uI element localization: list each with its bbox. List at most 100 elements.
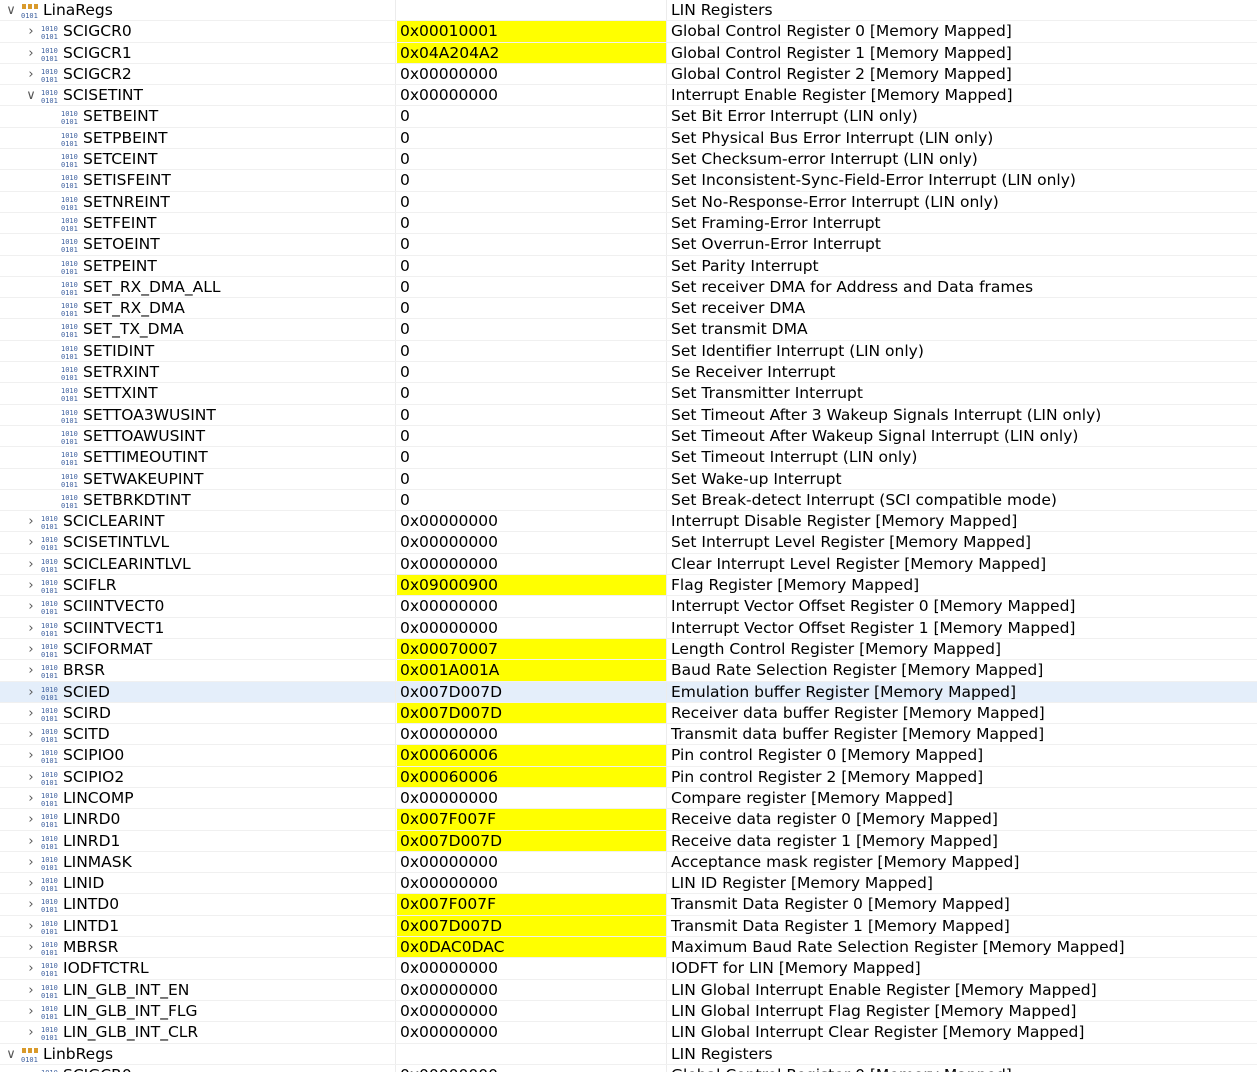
register-value[interactable]: 0 [400,362,410,383]
tree-register-row[interactable]: › 1010 0101 LINRD0 0x007F007F Receive data re… [0,809,1257,831]
register-value[interactable]: 0x0DAC0DAC [400,937,504,958]
value-cell[interactable]: 0 [397,106,667,127]
register-value[interactable]: 0x007F007F [400,894,496,915]
value-cell[interactable]: 0 [397,255,667,277]
tree-field-row[interactable]: 1010 0101 SETTOAWUSINT 0 Set Timeout After W… [0,425,1257,448]
tree-register-row[interactable]: › 1010 0101 LINRD1 0x007D007D Receive data re… [0,830,1257,852]
value-cell[interactable]: 0 [397,149,667,170]
tree-register-row[interactable]: ›10100101SCIGCR0 0x00000000 Global Control… [0,1064,1257,1072]
value-cell[interactable]: 0 [397,170,667,191]
register-value[interactable]: 0 [400,277,410,298]
value-cell[interactable]: 0 [397,362,667,383]
tree-field-row[interactable]: 1010 0101 SETPBEINT 0 Set Physical Bus Error… [0,127,1257,150]
register-value[interactable]: 0x00000000 [400,596,498,617]
tree-field-row[interactable]: 1010 0101 SETFEINT 0 Set Framing-Error Inter… [0,212,1257,235]
tree-register-row[interactable]: › 1010 0101 LINMASK 0x00000000 Acceptance mas… [0,851,1257,874]
tree-register-row[interactable]: › 1010 0101 LINID 0x00000000 LIN ID Register … [0,873,1257,895]
tree-register-row[interactable]: › 1010 0101 SCIINTVECT0 0x00000000 Interrupt … [0,596,1257,618]
value-cell[interactable]: 0 [397,425,667,447]
chevron-right-icon[interactable]: › [24,852,38,872]
value-cell[interactable]: 0x00000000 [397,85,667,106]
tree-field-row[interactable]: 1010 0101 SETBRKDTINT 0 Set Break-detect Int… [0,489,1257,512]
register-value[interactable]: 0x001A001A [400,660,499,681]
tree-register-row[interactable]: › 1010 0101 SCIGCR1 0x04A204A2 Global Control… [0,42,1257,64]
register-value[interactable]: 0x00000000 [400,852,498,873]
value-cell[interactable]: 0x09000900 [397,575,667,596]
chevron-right-icon[interactable]: › [24,596,38,616]
value-cell[interactable]: 0 [397,404,667,425]
chevron-right-icon[interactable]: › [24,532,38,552]
tree-field-row[interactable]: 1010 0101 SETIDINT 0 Set Identifier Interrup… [0,340,1257,363]
register-value[interactable]: 0x00060006 [400,767,498,788]
register-value[interactable]: 0 [400,128,410,149]
value-cell[interactable]: 0x00000000 [397,63,667,85]
register-value[interactable]: 0x007D007D [400,703,502,724]
tree-register-row[interactable]: › 1010 0101 MBRSR 0x0DAC0DAC Maximum Baud Rat… [0,937,1257,959]
value-cell[interactable]: 0x00000000 [397,617,667,639]
register-value[interactable]: 0x00000000 [400,554,498,575]
chevron-right-icon[interactable]: › [24,43,38,63]
chevron-right-icon[interactable]: › [24,1001,38,1021]
chevron-right-icon[interactable]: › [24,682,38,702]
tree-field-row[interactable]: 1010 0101 SET_TX_DMA 0 Set transmit DMA [0,319,1257,341]
chevron-down-icon[interactable]: ∨ [4,0,18,20]
value-cell[interactable]: 0x00000000 [397,851,667,873]
register-value[interactable]: 0x00060006 [400,745,498,766]
value-cell[interactable]: 0x00000000 [397,532,667,553]
tree-register-row[interactable]: › 1010 0101 SCIED 0x007D007D Emulation buffer… [0,681,1257,703]
value-cell[interactable]: 0 [397,340,667,362]
register-value[interactable]: 0x00070007 [400,639,498,660]
value-cell[interactable]: 0x00000000 [397,724,667,745]
value-cell[interactable]: 0x00000000 [397,1000,667,1022]
value-cell[interactable]: 0x0DAC0DAC [397,937,667,958]
value-cell[interactable]: 0 [397,383,667,404]
tree-register-row[interactable]: › 1010 0101 SCITD 0x00000000 Transmit data bu… [0,724,1257,746]
tree-field-row[interactable]: 1010 0101 SET_RX_DMA 0 Set receiver DMA [0,298,1257,320]
chevron-right-icon[interactable]: › [24,873,38,893]
tree-register-row[interactable]: › 1010 0101 SCISETINTLVL 0x00000000 Set Inter… [0,532,1257,554]
chevron-right-icon[interactable]: › [24,831,38,851]
tree-field-row[interactable]: 1010 0101 SETNREINT 0 Set No-Response-Error … [0,191,1257,213]
tree-register-row[interactable]: › 1010 0101 SCIGCR0 0x00010001 Global Control… [0,21,1257,43]
tree-register-row[interactable]: › 1010 0101 SCIFLR 0x09000900 Flag Register [… [0,575,1257,597]
value-cell[interactable]: 0 [397,212,667,234]
tree-register-row[interactable]: › 1010 0101 SCIRD 0x007D007D Receiver data bu… [0,702,1257,725]
register-value[interactable]: 0 [400,170,410,191]
tree-register-row[interactable]: › 1010 0101 LIN_GLB_INT_FLG 0x00000000 LIN Gl… [0,1000,1257,1023]
tree-register-row[interactable]: › 1010 0101 SCIGCR2 0x00000000 Global Control… [0,63,1257,86]
chevron-right-icon[interactable]: › [24,660,38,680]
value-cell[interactable]: 0 [397,276,667,298]
chevron-right-icon[interactable]: › [24,809,38,829]
register-value[interactable]: 0x00000000 [400,532,498,553]
register-tree[interactable]: ∨ 0101 LinaRegs LIN Registers › 1010 0101 SCIGC… [0,0,1257,1072]
register-value[interactable]: 0 [400,149,410,170]
tree-register-row[interactable]: › 1010 0101 IODFTCTRL 0x00000000 IODFT for LI… [0,958,1257,980]
value-cell[interactable]: 0 [397,447,667,468]
value-cell[interactable]: 0x04A204A2 [397,42,667,63]
tree-field-row[interactable]: 1010 0101 SETRXINT 0 Se Receiver Interrupt [0,362,1257,384]
value-cell[interactable]: 0x00000000 [397,596,667,617]
register-value[interactable]: 0x00000000 [400,980,498,1001]
tree-register-row[interactable]: ∨ 1010 0101 SCISETINT 0x00000000 Interrupt En… [0,85,1257,107]
tree-field-row[interactable]: 1010 0101 SETTXINT 0 Set Transmitter Interru… [0,383,1257,405]
chevron-right-icon[interactable]: › [24,980,38,1000]
register-value[interactable]: 0x007D007D [400,682,502,703]
tree-register-row[interactable]: › 1010 0101 LIN_GLB_INT_CLR 0x00000000 LIN Gl… [0,1022,1257,1044]
register-value[interactable]: 0x00000000 [400,618,498,639]
chevron-right-icon[interactable]: › [24,703,38,723]
register-value[interactable]: 0 [400,234,410,255]
chevron-right-icon[interactable]: › [24,64,38,84]
register-value[interactable]: 0x09000900 [400,575,498,596]
value-cell[interactable]: 0x007F007F [397,894,667,915]
tree-register-row[interactable]: › 1010 0101 SCIINTVECT1 0x00000000 Interrupt … [0,617,1257,639]
tree-register-row[interactable]: › 1010 0101 SCIFORMAT 0x00070007 Length Contr… [0,638,1257,661]
register-value[interactable]: 0x00000000 [400,85,498,106]
register-value[interactable]: 0x00000000 [400,958,498,979]
register-value[interactable]: 0x00000000 [400,511,498,532]
value-cell[interactable]: 0x007F007F [397,809,667,830]
register-value[interactable]: 0 [400,256,410,277]
tree-register-row[interactable]: › 1010 0101 SCIPIO0 0x00060006 Pin control Re… [0,745,1257,767]
value-cell[interactable]: 0 [397,234,667,255]
chevron-down-icon[interactable]: ∨ [24,85,38,105]
register-value[interactable]: 0x007F007F [400,809,496,830]
